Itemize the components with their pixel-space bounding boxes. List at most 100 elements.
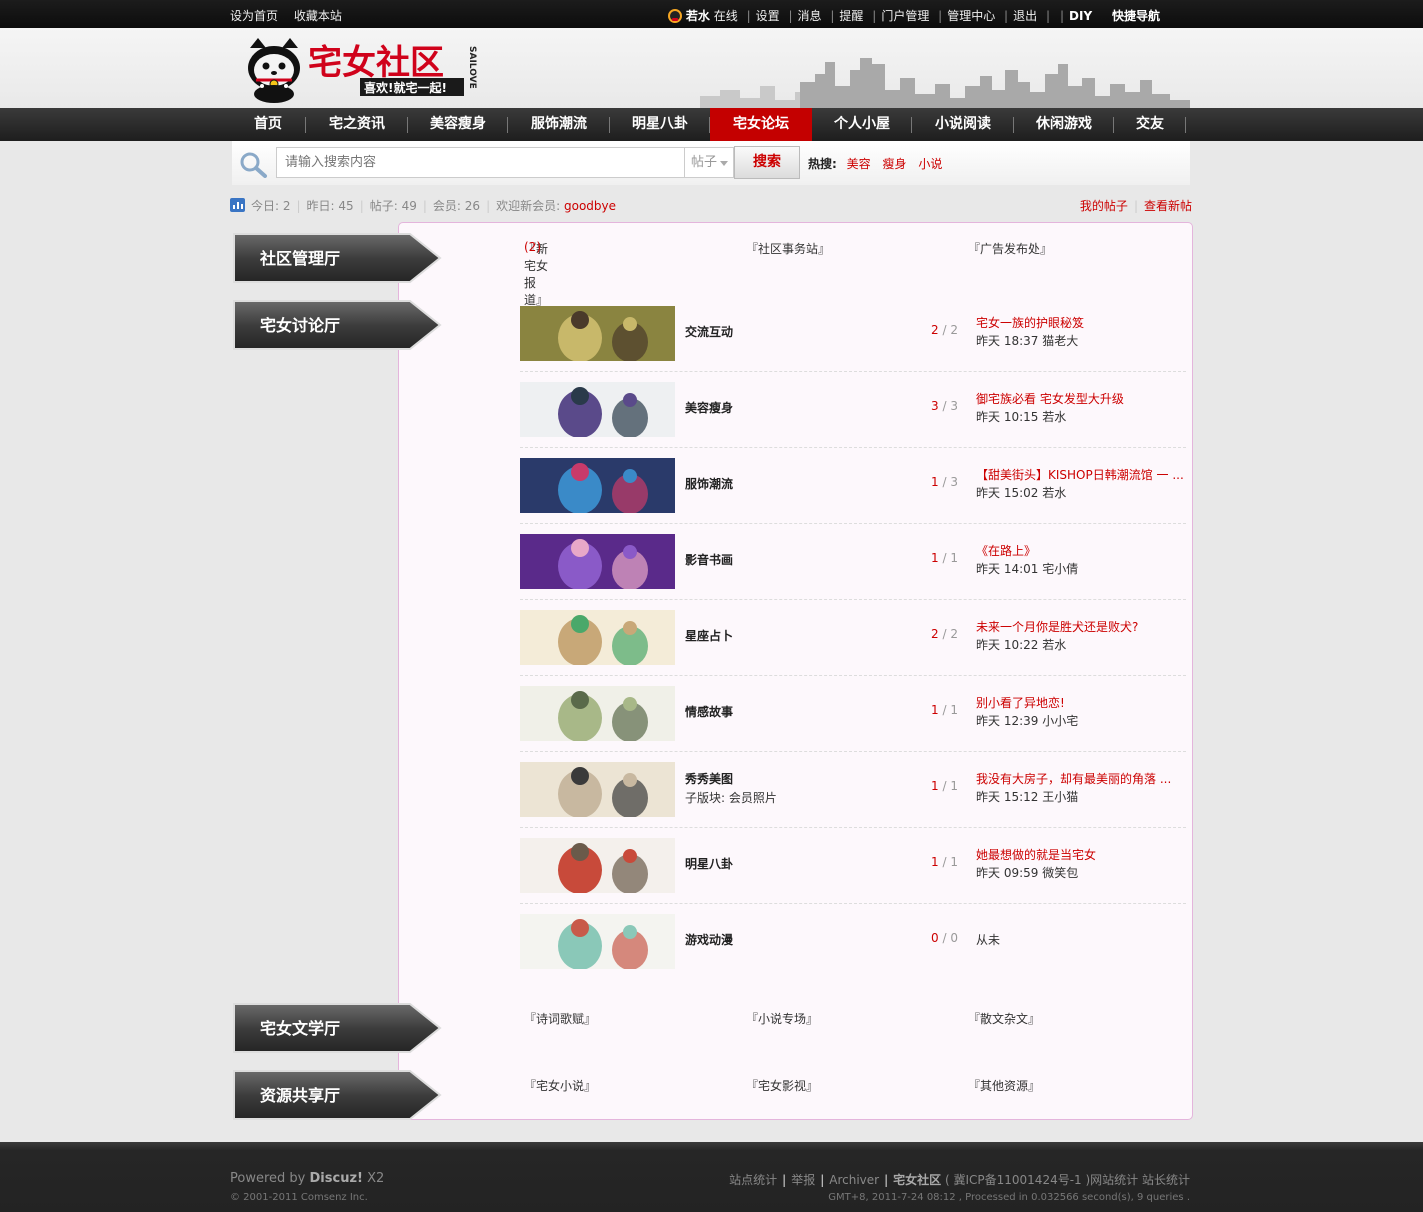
reminders-link[interactable]: 提醒 <box>839 9 863 23</box>
subforum-link[interactable]: 『社区事务站』 <box>746 240 830 257</box>
last-post-link[interactable]: 别小看了异地恋! <box>976 694 1186 711</box>
forum-thumbnail[interactable] <box>520 686 675 741</box>
nav-item[interactable]: 宅女论坛 <box>710 108 812 141</box>
separator: | <box>1133 199 1138 213</box>
report-link[interactable]: 举报 <box>791 1173 815 1187</box>
bookmark-site-link[interactable]: 收藏本站 <box>294 9 342 23</box>
forum-name-link[interactable]: 服饰潮流 <box>685 475 733 492</box>
subforum-link[interactable]: 『其他资源』 <box>968 1077 1040 1094</box>
forum-name-link[interactable]: 星座占卜 <box>685 627 733 644</box>
forum-name-link[interactable]: 情感故事 <box>685 703 733 720</box>
username-link[interactable]: 若水 <box>686 9 710 23</box>
search-button[interactable]: 搜索 <box>734 146 800 179</box>
nav-item[interactable]: 交友 <box>1114 108 1186 141</box>
settings-link[interactable]: 设置 <box>756 9 780 23</box>
forum-thumbnail[interactable] <box>520 914 675 969</box>
forum-thumbnail[interactable] <box>520 382 675 437</box>
nav-item[interactable]: 小说阅读 <box>912 108 1014 141</box>
online-status: 在线 <box>713 9 738 23</box>
forum-row: 影音书画 1 / 1 《在路上》 昨天 14:01 宅小倩 <box>520 524 1186 600</box>
thread-count: 1 <box>931 855 939 869</box>
last-post-link[interactable]: 我没有大房子，却有最美丽的角落 ... <box>976 770 1186 787</box>
subforum-link[interactable]: 『散文杂文』 <box>968 1010 1040 1027</box>
subforum-link[interactable]: 『宅女小说』 <box>524 1077 596 1094</box>
forum-thumbnail[interactable] <box>520 610 675 665</box>
subforum-note[interactable]: 子版块: 会员照片 <box>685 789 777 806</box>
search-input[interactable] <box>276 147 684 178</box>
quick-nav-link[interactable]: 快捷导航 <box>1112 9 1160 23</box>
nav-item[interactable]: 明星八卦 <box>610 108 710 141</box>
separator: | <box>1059 9 1065 23</box>
nav-item[interactable]: 个人小屋 <box>812 108 912 141</box>
forum-thumbnail[interactable] <box>520 306 675 361</box>
forum-thumbnail[interactable] <box>520 458 675 513</box>
set-homepage-link[interactable]: 设为首页 <box>230 9 278 23</box>
forum-name-link[interactable]: 美容瘦身 <box>685 399 733 416</box>
last-post-link[interactable]: 未来一个月你是胜犬还是败犬? <box>976 618 1186 635</box>
last-post-link[interactable]: 御宅族必看 宅女发型大升级 <box>976 390 1186 407</box>
post-count: 3 <box>950 399 958 413</box>
nav-item[interactable]: 休闲游戏 <box>1014 108 1114 141</box>
category-tab-community-admin[interactable]: 社区管理厅 <box>232 232 442 284</box>
hot-search: 热搜: 美容 瘦身 小说 <box>808 155 950 172</box>
subforum-row: 『诗词歌赋』 『小说专场』 『散文杂文』 <box>520 1010 1190 1030</box>
site-stats-link[interactable]: 站点统计 <box>729 1173 777 1187</box>
forum-name-link[interactable]: 游戏动漫 <box>685 931 733 948</box>
separator: | <box>782 1173 787 1187</box>
category-tab-literature[interactable]: 宅女文学厅 <box>232 1002 442 1054</box>
forum-stats: 今日: 2 | 昨日: 45 | 帖子: 49 | 会员: 26 | 欢迎新会员: goodby… <box>230 196 1192 214</box>
new-posts-link[interactable]: 查看新帖 <box>1144 199 1192 213</box>
last-post-link[interactable]: 【甜美街头】KISHOP日韩潮流馆 一 ... <box>976 466 1186 483</box>
last-post-link[interactable]: 她最想做的就是当宅女 <box>976 846 1186 863</box>
separator: | <box>884 1173 889 1187</box>
archiver-link[interactable]: Archiver <box>829 1173 879 1187</box>
hot-keyword-link[interactable]: 小说 <box>918 157 942 171</box>
forum-thumbnail[interactable] <box>520 838 675 893</box>
newest-member-link[interactable]: goodbye <box>564 199 616 213</box>
category-tab-label: 宅女讨论厅 <box>260 316 341 335</box>
subforum-link[interactable]: 『广告发布处』 <box>968 240 1052 257</box>
hot-keyword-link[interactable]: 美容 <box>847 157 871 171</box>
nav-item[interactable]: 服饰潮流 <box>508 108 610 141</box>
site-logo[interactable]: 宅女社区 喜欢!就宅一起! SAILOVE <box>242 36 482 104</box>
category-tab-label: 资源共享厅 <box>260 1086 341 1105</box>
nav-item[interactable]: 美容瘦身 <box>408 108 508 141</box>
forum-row: 情感故事 1 / 1 别小看了异地恋! 昨天 12:39 小小宅 <box>520 676 1186 752</box>
separator: | <box>296 199 301 213</box>
subforum-link[interactable]: 『小说专场』 <box>746 1010 818 1027</box>
last-post-link[interactable]: 宅女一族的护眼秘笈 <box>976 314 1186 331</box>
portal-admin-link[interactable]: 门户管理 <box>881 9 929 23</box>
category-tab-resources[interactable]: 资源共享厅 <box>232 1069 442 1121</box>
icp-info[interactable]: ( 冀ICP备11001424号-1 )网站统计 站长统计 <box>945 1173 1190 1187</box>
nav-item[interactable]: 宅之资讯 <box>306 108 408 141</box>
last-post-meta: 昨天 15:02 若水 <box>976 486 1067 500</box>
subforum-link[interactable]: 『宅女影视』 <box>746 1077 818 1094</box>
search-type-select[interactable]: 帖子 <box>684 147 734 178</box>
nav-item[interactable]: 首页 <box>230 108 306 141</box>
forum-name-link[interactable]: 影音书画 <box>685 551 733 568</box>
subforum-link[interactable]: 『诗词歌赋』 <box>524 1010 596 1027</box>
forum-thumbnail[interactable] <box>520 762 675 817</box>
hot-keyword-link[interactable]: 瘦身 <box>882 157 906 171</box>
admin-center-link[interactable]: 管理中心 <box>947 9 995 23</box>
forum-name-link[interactable]: 明星八卦 <box>685 855 733 872</box>
diy-link[interactable]: DIY <box>1069 9 1092 23</box>
site-name-link[interactable]: 宅女社区 <box>893 1173 941 1187</box>
last-post-link[interactable]: 《在路上》 <box>976 542 1186 559</box>
thread-count: 2 <box>931 323 939 337</box>
main-nav: 首页 宅之资讯 美容瘦身 服饰潮流 明星八卦 宅女论坛 个人小屋 小说阅读 休闲游戏 交友 <box>0 108 1423 141</box>
separator: | <box>359 199 364 213</box>
forum-name-link[interactable]: 秀秀美图 <box>685 770 733 787</box>
post-count: 2 <box>950 627 958 641</box>
category-tab-label: 社区管理厅 <box>260 249 341 268</box>
forum-thumbnail[interactable] <box>520 534 675 589</box>
messages-link[interactable]: 消息 <box>798 9 822 23</box>
thread-count: 1 <box>931 475 939 489</box>
logout-link[interactable]: 退出 <box>1013 9 1037 23</box>
forum-name-link[interactable]: 交流互动 <box>685 323 733 340</box>
separator: | <box>820 1173 825 1187</box>
discuz-link[interactable]: Discuz! <box>310 1171 363 1186</box>
logo-slogan: 喜欢!就宅一起! <box>364 80 447 95</box>
my-posts-link[interactable]: 我的帖子 <box>1080 199 1128 213</box>
category-tab-discussion[interactable]: 宅女讨论厅 <box>232 299 442 351</box>
